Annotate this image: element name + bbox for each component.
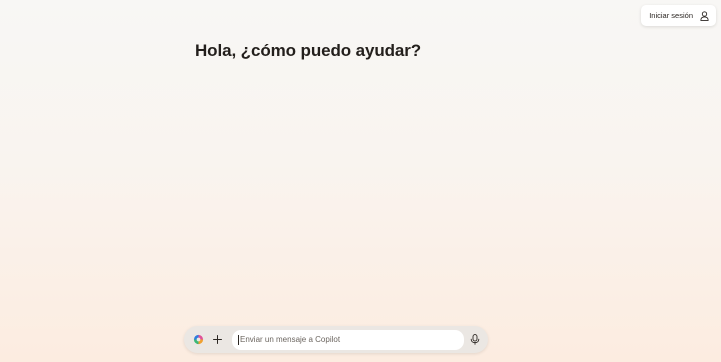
signin-label: Iniciar sesión: [649, 11, 693, 20]
signin-button[interactable]: Iniciar sesión: [641, 5, 716, 26]
page-title: Hola, ¿cómo puedo ayudar?: [195, 41, 422, 60]
user-icon: [700, 10, 709, 21]
message-composer: [184, 326, 488, 353]
text-caret: [238, 334, 239, 345]
message-input[interactable]: [240, 335, 464, 344]
microphone-icon[interactable]: [468, 333, 482, 347]
copilot-logo-icon[interactable]: [191, 333, 205, 347]
plus-icon[interactable]: [210, 333, 224, 347]
message-input-wrapper: [232, 329, 464, 350]
